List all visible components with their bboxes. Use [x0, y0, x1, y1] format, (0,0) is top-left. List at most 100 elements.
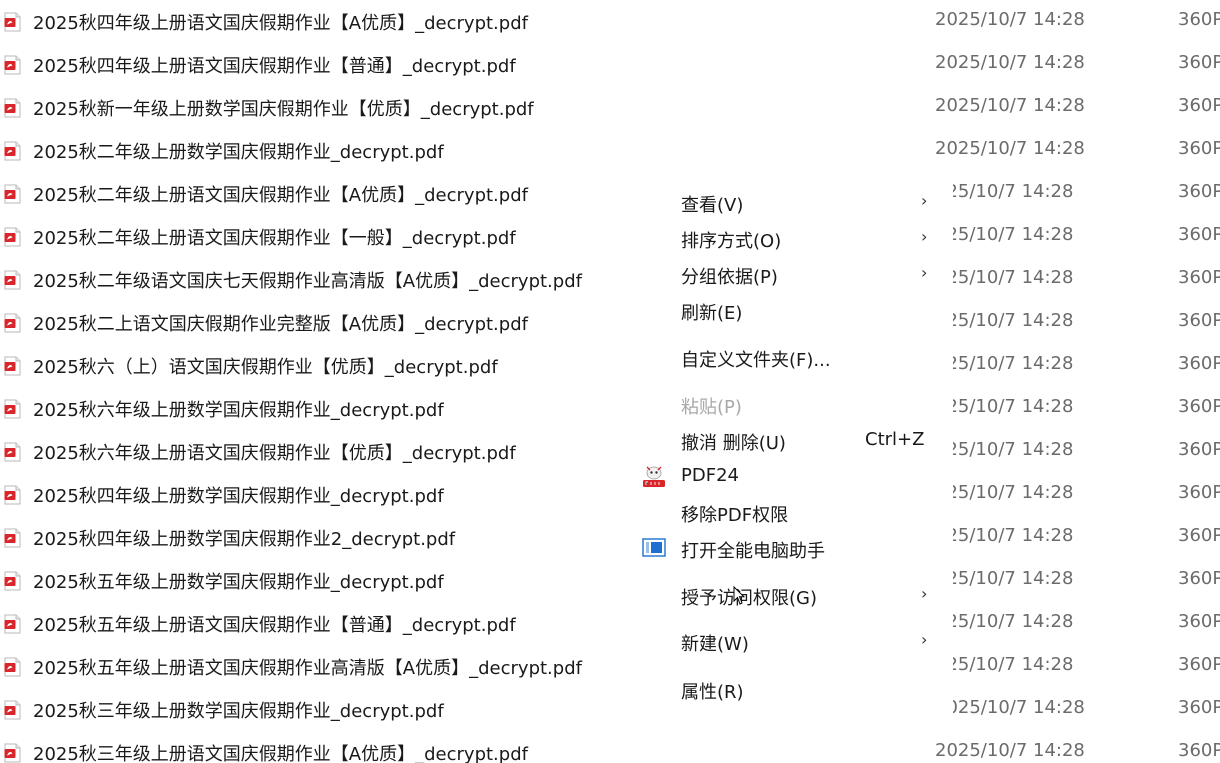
- list-item[interactable]: 2025秋三年级上册语文国庆假期作业【A优质】_decrypt.pdf 2025/…: [0, 731, 1220, 763]
- file-name: 2025秋六（上）语文国庆假期作业【优质】_decrypt.pdf: [33, 357, 498, 378]
- file-size: 360P: [1178, 482, 1220, 503]
- list-item[interactable]: 2025秋二年级上册语文国庆假期作业【一般】_decrypt.pdf 025/10…: [0, 215, 1220, 258]
- list-item[interactable]: 2025秋四年级上册语文国庆假期作业【A优质】_decrypt.pdf 2025/…: [0, 0, 1220, 43]
- file-date-modified: 025/10/7 14:28: [935, 654, 1074, 675]
- file-date-modified: 025/10/7 14:28: [935, 224, 1074, 245]
- list-item[interactable]: 2025秋四年级上册数学国庆假期作业_decrypt.pdf 025/10/7 1…: [0, 473, 1220, 516]
- file-name: 2025秋二年级上册语文国庆假期作业【一般】_decrypt.pdf: [33, 228, 516, 249]
- list-item[interactable]: 2025秋四年级上册语文国庆假期作业【普通】_decrypt.pdf 2025/1…: [0, 43, 1220, 86]
- pdf-file-icon: [4, 614, 21, 634]
- menu-item-label: 打开全能电脑助手: [681, 541, 825, 562]
- file-name: 2025秋二上语文国庆假期作业完整版【A优质】_decrypt.pdf: [33, 314, 528, 335]
- menu-item-group[interactable]: 分组依据(P) ›: [637, 257, 953, 291]
- list-item[interactable]: 2025秋五年级上册语文国庆假期作业【普通】_decrypt.pdf 025/10…: [0, 602, 1220, 645]
- file-size: 360P: [1178, 138, 1220, 159]
- file-date-modified: 025/10/7 14:28: [935, 310, 1074, 331]
- list-item[interactable]: 2025秋五年级上册语文国庆假期作业高清版【A优质】_decrypt.pdf 02…: [0, 645, 1220, 688]
- file-name: 2025秋四年级上册数学国庆假期作业2_decrypt.pdf: [33, 529, 456, 550]
- file-size: 360P: [1178, 654, 1220, 675]
- menu-item-label: 属性(R): [681, 682, 744, 703]
- file-name: 2025秋二年级上册数学国庆假期作业_decrypt.pdf: [33, 142, 444, 163]
- file-name: 2025秋六年级上册数学国庆假期作业_decrypt.pdf: [33, 400, 444, 421]
- file-name: 2025秋五年级上册语文国庆假期作业【普通】_decrypt.pdf: [33, 615, 516, 636]
- menu-item-customize[interactable]: 自定义文件夹(F)...: [637, 340, 953, 374]
- menu-item-label: 刷新(E): [681, 303, 743, 324]
- list-item[interactable]: 2025秋四年级上册数学国庆假期作业2_decrypt.pdf 025/10/7 …: [0, 516, 1220, 559]
- list-item[interactable]: 2025秋三年级上册数学国庆假期作业_decrypt.pdf 2025/10/7 …: [0, 688, 1220, 731]
- list-item[interactable]: 2025秋二上语文国庆假期作业完整版【A优质】_decrypt.pdf 025/1…: [0, 301, 1220, 344]
- file-size: 360P: [1178, 611, 1220, 632]
- pdf-file-icon: [4, 571, 21, 591]
- list-item[interactable]: 2025秋二年级语文国庆七天假期作业高清版【A优质】_decrypt.pdf 02…: [0, 258, 1220, 301]
- menu-item-label: 移除PDF权限: [681, 505, 789, 526]
- file-name: 2025秋二年级语文国庆七天假期作业高清版【A优质】_decrypt.pdf: [33, 271, 582, 292]
- menu-item-label: 新建(W): [681, 634, 749, 655]
- menu-item-grant-access[interactable]: 授予访问权限(G) ›: [637, 578, 953, 612]
- file-date-modified: 2025/10/7 14:28: [935, 138, 1085, 159]
- pdf-file-icon: [4, 270, 21, 290]
- list-item[interactable]: 2025秋新一年级上册数学国庆假期作业【优质】_decrypt.pdf 2025/…: [0, 86, 1220, 129]
- file-date-modified: 025/10/7 14:28: [935, 611, 1074, 632]
- file-size: 360P: [1178, 353, 1220, 374]
- menu-item-shortcut: Ctrl+Z: [865, 429, 925, 450]
- menu-item-assistant[interactable]: 打开全能电脑助手: [637, 531, 953, 565]
- file-name: 2025秋四年级上册语文国庆假期作业【普通】_decrypt.pdf: [33, 56, 516, 77]
- menu-item-view[interactable]: 查看(V) ›: [637, 185, 953, 219]
- menu-item-label: 查看(V): [681, 195, 744, 216]
- menu-item-label: 粘贴(P): [681, 397, 742, 418]
- file-name: 2025秋新一年级上册数学国庆假期作业【优质】_decrypt.pdf: [33, 99, 534, 120]
- file-date-modified: 025/10/7 14:28: [935, 181, 1074, 202]
- file-size: 360P: [1178, 740, 1220, 761]
- pdf-file-icon: [4, 12, 21, 32]
- chevron-right-icon: ›: [921, 630, 928, 649]
- menu-item-paste[interactable]: 粘贴(P): [637, 387, 953, 421]
- list-item[interactable]: 2025秋二年级上册语文国庆假期作业【A优质】_decrypt.pdf 025/1…: [0, 172, 1220, 215]
- pdf-file-icon: [4, 184, 21, 204]
- menu-item-new[interactable]: 新建(W) ›: [637, 624, 953, 658]
- menu-item-properties[interactable]: 属性(R): [637, 672, 953, 706]
- file-date-modified: 025/10/7 14:28: [935, 439, 1074, 460]
- file-size: 360P: [1178, 224, 1220, 245]
- pdf-file-icon: [4, 227, 21, 247]
- pdf-file-icon: [4, 528, 21, 548]
- mouse-pointer-icon: [733, 586, 745, 605]
- chevron-right-icon: ›: [921, 263, 928, 282]
- file-size: 360P: [1178, 568, 1220, 589]
- pdf-file-icon: [4, 700, 21, 720]
- menu-item-label: 撤消 删除(U): [681, 433, 786, 454]
- menu-item-label: 分组依据(P): [681, 267, 778, 288]
- file-date-modified: 2025/10/7 14:28: [935, 740, 1085, 761]
- file-date-modified: 2025/10/7 14:28: [935, 697, 1085, 718]
- file-name: 2025秋四年级上册语文国庆假期作业【A优质】_decrypt.pdf: [33, 13, 528, 34]
- file-date-modified: 2025/10/7 14:28: [935, 95, 1085, 116]
- chevron-right-icon: ›: [921, 584, 928, 603]
- list-item[interactable]: 2025秋六（上）语文国庆假期作业【优质】_decrypt.pdf 025/10/…: [0, 344, 1220, 387]
- file-name: 2025秋六年级上册语文国庆假期作业【优质】_decrypt.pdf: [33, 443, 516, 464]
- menu-item-refresh[interactable]: 刷新(E): [637, 293, 953, 327]
- pdf-file-icon: [4, 55, 21, 75]
- file-date-modified: 2025/10/7 14:28: [935, 9, 1085, 30]
- file-name: 2025秋五年级上册数学国庆假期作业_decrypt.pdf: [33, 572, 444, 593]
- file-date-modified: 025/10/7 14:28: [935, 568, 1074, 589]
- menu-item-undo[interactable]: 撤消 删除(U) Ctrl+Z: [637, 423, 953, 457]
- file-name: 2025秋三年级上册语文国庆假期作业【A优质】_decrypt.pdf: [33, 744, 528, 763]
- pdf-file-icon: [4, 442, 21, 462]
- file-size: 360P: [1178, 181, 1220, 202]
- pdf24-icon: [641, 463, 667, 489]
- menu-item-label: 自定义文件夹(F)...: [681, 350, 831, 371]
- menu-item-sort[interactable]: 排序方式(O) ›: [637, 221, 953, 255]
- file-size: 360P: [1178, 9, 1220, 30]
- list-item[interactable]: 2025秋五年级上册数学国庆假期作业_decrypt.pdf 025/10/7 1…: [0, 559, 1220, 602]
- file-date-modified: 2025/10/7 14:28: [935, 52, 1085, 73]
- list-item[interactable]: 2025秋六年级上册数学国庆假期作业_decrypt.pdf 025/10/7 1…: [0, 387, 1220, 430]
- chevron-right-icon: ›: [921, 191, 928, 210]
- context-menu: 查看(V) › 排序方式(O) › 分组依据(P) › 刷新(E) 自定义文件夹(F)... 粘…: [637, 172, 953, 718]
- menu-item-remove-pdf-rights[interactable]: 移除PDF权限: [637, 495, 953, 529]
- list-item[interactable]: 2025秋二年级上册数学国庆假期作业_decrypt.pdf 2025/10/7 …: [0, 129, 1220, 172]
- pdf-file-icon: [4, 98, 21, 118]
- menu-item-label: 授予访问权限(G): [681, 588, 817, 609]
- menu-item-pdf24[interactable]: PDF24: [637, 459, 953, 493]
- pdf-file-icon: [4, 356, 21, 376]
- list-item[interactable]: 2025秋六年级上册语文国庆假期作业【优质】_decrypt.pdf 025/10…: [0, 430, 1220, 473]
- computer-assistant-icon: [641, 535, 667, 561]
